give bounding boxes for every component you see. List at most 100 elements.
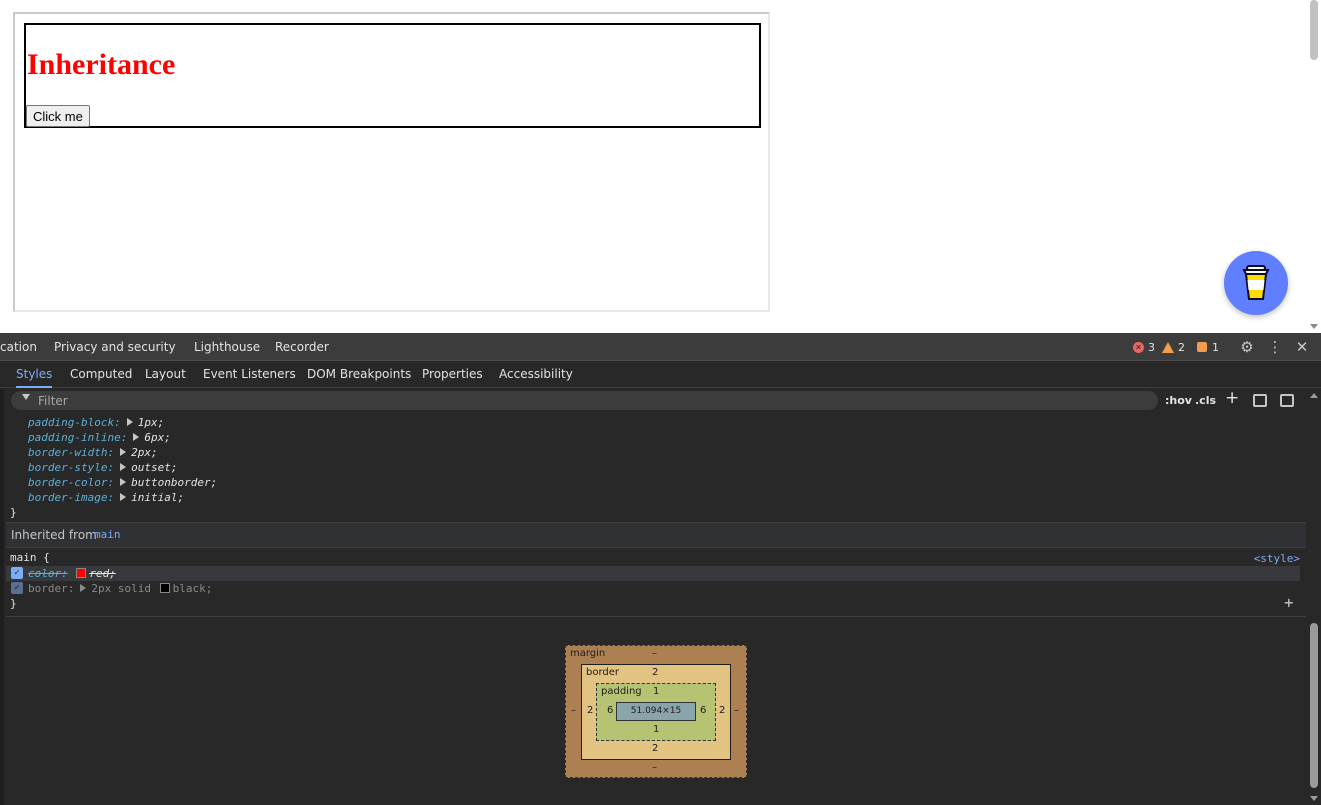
property-value[interactable]: 1px; <box>138 416 165 429</box>
property-name[interactable]: padding-inline: <box>28 431 127 444</box>
scroll-down-arrow-icon[interactable] <box>1310 796 1318 801</box>
tab-application[interactable]: cation <box>0 333 37 361</box>
property-value[interactable]: outset; <box>131 461 177 474</box>
expand-triangle-icon[interactable] <box>80 584 87 592</box>
more-options-icon[interactable]: ⋮ <box>1266 338 1284 356</box>
tab-event-listeners[interactable]: Event Listeners <box>203 361 296 388</box>
hover-state-toggle[interactable]: :hov <box>1165 393 1192 409</box>
error-icon: ✕ <box>1133 341 1144 353</box>
border-top-value[interactable]: 2 <box>652 667 658 679</box>
property-value[interactable]: 2px; <box>131 446 158 459</box>
declaration-row-border[interactable]: ✓ border: 2px solid black; <box>6 581 1300 596</box>
property-value[interactable]: 6px; <box>144 431 171 444</box>
declaration-row[interactable]: border-width: 2px; <box>28 445 158 460</box>
tab-lighthouse[interactable]: Lighthouse <box>194 333 260 361</box>
warning-icon <box>1162 341 1174 353</box>
rule-selector[interactable]: main { <box>10 550 50 565</box>
tab-dom-breakpoints[interactable]: DOM Breakpoints <box>307 361 411 388</box>
scroll-up-arrow-icon[interactable] <box>1310 393 1318 398</box>
new-style-rule-icon[interactable]: + <box>1225 390 1239 407</box>
box-model-border[interactable]: border 2 2 2 2 padding 1 1 6 6 51.094×15 <box>581 664 731 760</box>
color-swatch[interactable] <box>76 568 87 578</box>
property-name[interactable]: border-width: <box>28 446 114 459</box>
page-scroll-thumb[interactable] <box>1310 0 1318 60</box>
rule-source-link[interactable]: <style> <box>1254 552 1300 565</box>
expand-triangle-icon[interactable] <box>133 433 140 441</box>
main-element: Inheritance Click me <box>24 23 761 128</box>
property-name[interactable]: padding-block: <box>28 416 121 429</box>
styles-toolbar: :hov .cls + <box>0 388 1321 413</box>
filter-input[interactable] <box>38 391 1138 410</box>
declaration-row-color[interactable]: ✓ color: red; <box>6 566 1300 581</box>
expand-triangle-icon[interactable] <box>120 463 127 471</box>
tab-styles[interactable]: Styles <box>16 361 53 388</box>
box-model-content[interactable]: 51.094×15 <box>616 702 696 721</box>
margin-bottom-value[interactable]: – <box>652 762 657 774</box>
tab-recorder[interactable]: Recorder <box>275 333 329 361</box>
expand-triangle-icon[interactable] <box>120 493 127 501</box>
margin-top-value[interactable]: – <box>652 648 657 660</box>
devtools-tab-strip: cation Privacy and security Lighthouse R… <box>0 333 1321 361</box>
scroll-down-arrow-icon[interactable] <box>1310 324 1318 329</box>
expand-triangle-icon[interactable] <box>120 478 127 486</box>
expand-triangle-icon[interactable] <box>120 448 127 456</box>
issues-counter[interactable]: 1 <box>1197 340 1219 354</box>
property-name[interactable]: color: <box>28 567 68 580</box>
padding-right-value[interactable]: 6 <box>700 705 706 717</box>
filter-icon <box>22 394 30 400</box>
toggle-computed-sidebar-icon[interactable] <box>1280 394 1294 407</box>
rule-close-brace: } <box>10 597 17 610</box>
border-left-value[interactable]: 2 <box>587 705 593 717</box>
box-model-padding[interactable]: padding 1 1 6 6 51.094×15 <box>596 683 716 741</box>
tab-layout[interactable]: Layout <box>145 361 186 388</box>
styles-scrollbar[interactable] <box>1308 389 1321 805</box>
color-swatch[interactable] <box>159 583 170 593</box>
buy-me-a-coffee-button[interactable] <box>1224 251 1288 315</box>
inherited-element-link[interactable]: main <box>94 523 121 547</box>
click-me-button[interactable]: Click me <box>26 105 90 127</box>
property-name[interactable]: border-image: <box>28 491 114 504</box>
margin-right-value[interactable]: – <box>734 705 739 717</box>
declaration-row[interactable]: padding-block: 1px; <box>28 415 164 430</box>
property-value[interactable]: buttonborder; <box>131 476 217 489</box>
property-value[interactable]: initial; <box>131 491 184 504</box>
filter-box[interactable] <box>11 391 1158 410</box>
expand-triangle-icon[interactable] <box>126 418 133 426</box>
rendering-emulation-icon[interactable] <box>1253 394 1267 407</box>
property-value[interactable]: 2px solid <box>91 582 151 595</box>
property-value[interactable]: black; <box>173 582 213 595</box>
declaration-checkbox[interactable]: ✓ <box>11 582 23 594</box>
padding-left-value[interactable]: 6 <box>607 705 613 717</box>
padding-top-value[interactable]: 1 <box>653 686 659 698</box>
property-value[interactable]: red; <box>89 567 116 580</box>
inherited-label: Inherited from <box>11 528 97 542</box>
errors-counter[interactable]: ✕ 3 <box>1133 340 1155 354</box>
declaration-row[interactable]: border-style: outset; <box>28 460 177 475</box>
declaration-row[interactable]: border-image: initial; <box>28 490 184 505</box>
add-declaration-icon[interactable]: + <box>1284 593 1294 612</box>
styles-scroll-thumb[interactable] <box>1310 623 1318 788</box>
tab-properties[interactable]: Properties <box>422 361 483 388</box>
box-model-section: margin – – – – border 2 2 2 2 padding 1 … <box>6 616 1306 805</box>
margin-left-value[interactable]: – <box>571 705 576 717</box>
page-scrollbar[interactable] <box>1307 0 1321 333</box>
warnings-counter[interactable]: 2 <box>1162 340 1185 354</box>
declaration-row[interactable]: padding-inline: 6px; <box>28 430 171 445</box>
property-name[interactable]: border-style: <box>28 461 114 474</box>
box-model-margin[interactable]: margin – – – – border 2 2 2 2 padding 1 … <box>565 645 747 778</box>
tab-privacy-security[interactable]: Privacy and security <box>54 333 176 361</box>
declaration-checkbox[interactable]: ✓ <box>11 567 23 579</box>
tab-accessibility[interactable]: Accessibility <box>499 361 573 388</box>
rule-close-brace: } <box>10 506 17 519</box>
tab-computed[interactable]: Computed <box>70 361 132 388</box>
border-bottom-value[interactable]: 2 <box>652 743 658 755</box>
close-icon[interactable]: ✕ <box>1293 338 1311 356</box>
property-name[interactable]: border: <box>28 582 74 595</box>
border-right-value[interactable]: 2 <box>719 705 725 717</box>
declaration-row[interactable]: border-color: buttonborder; <box>28 475 217 490</box>
property-name[interactable]: border-color: <box>28 476 114 489</box>
panel-splitter[interactable] <box>0 389 4 805</box>
gear-icon[interactable]: ⚙ <box>1238 338 1256 356</box>
class-toggle[interactable]: .cls <box>1195 393 1216 409</box>
padding-bottom-value[interactable]: 1 <box>653 724 659 736</box>
